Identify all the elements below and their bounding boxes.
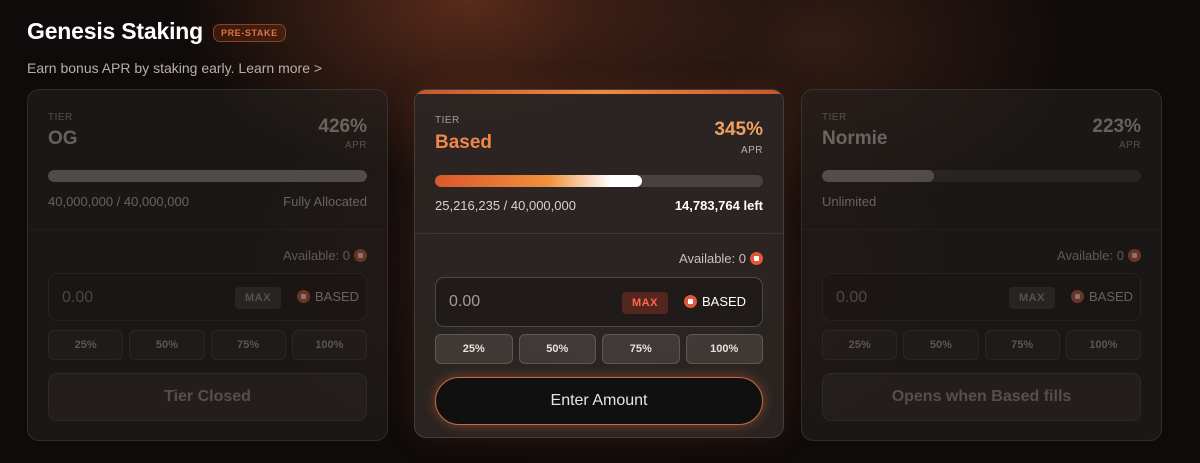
progress-fill [822, 170, 934, 182]
page-title: Genesis Staking [27, 18, 203, 44]
percent-buttons: 25% 50% 75% 100% [822, 330, 1141, 360]
based-token-icon [684, 295, 697, 308]
token-name: BASED [315, 289, 360, 304]
based-token-icon [297, 290, 310, 303]
percent-50-button: 50% [129, 330, 205, 360]
percent-25-button[interactable]: 25% [435, 334, 513, 364]
enter-amount-button[interactable]: Enter Amount [435, 377, 763, 425]
apr-value: 223% [1092, 116, 1141, 137]
based-token-icon [354, 249, 367, 262]
percent-75-button: 75% [984, 330, 1060, 360]
max-button: MAX [235, 287, 281, 309]
max-button[interactable]: MAX [622, 292, 668, 314]
allocation-text: 40,000,000 / 40,000,000 [48, 194, 189, 209]
percent-75-button[interactable]: 75% [602, 334, 680, 364]
remaining-text: 14,783,764 left [674, 198, 763, 213]
allocation-progress-bar [48, 170, 367, 182]
tier-closed-button: Tier Closed [48, 373, 367, 421]
percent-buttons: 25% 50% 75% 100% [48, 330, 367, 360]
tier-label: TIER [48, 112, 73, 123]
percent-100-button: 100% [1065, 330, 1141, 360]
apr-label: APR [344, 140, 367, 151]
token-label: BASED [1071, 289, 1133, 304]
apr-label: APR [740, 145, 763, 156]
percent-buttons: 25% 50% 75% 100% [435, 334, 763, 364]
percent-100-button: 100% [291, 330, 367, 360]
amount-input: 0.00 MAX BASED [822, 273, 1141, 321]
tier-card-og: TIER OG 426% APR 40,000,000 / 40,000,000… [27, 89, 388, 441]
amount-input: 0.00 MAX BASED [48, 273, 367, 321]
amount-value[interactable]: 0.00 [449, 293, 480, 311]
pre-stake-badge: PRE-STAKE [212, 23, 286, 42]
max-button: MAX [1009, 287, 1055, 309]
divider [415, 233, 783, 234]
available-text: Available: 0 [1057, 248, 1124, 263]
tier-card-normie: TIER Normie 223% APR Unlimited Available… [801, 89, 1162, 441]
allocation-progress-bar [435, 175, 763, 187]
percent-50-button: 50% [903, 330, 979, 360]
subtitle-learn-more-link[interactable]: Earn bonus APR by staking early. Learn m… [27, 60, 322, 76]
available-text: Available: 0 [679, 251, 746, 266]
tier-name: Normie [822, 128, 888, 149]
token-label: BASED [684, 294, 746, 309]
amount-value: 0.00 [836, 289, 868, 306]
amount-value: 0.00 [62, 289, 94, 306]
allocation-text: Unlimited [822, 194, 877, 209]
apr-value: 426% [318, 116, 367, 137]
tier-label: TIER [822, 112, 847, 123]
available-balance: Available: 0 [1057, 248, 1141, 263]
apr-label: APR [1118, 140, 1141, 151]
percent-75-button: 75% [210, 330, 286, 360]
progress-fill [48, 170, 367, 182]
allocation-text: 25,216,235 / 40,000,000 [435, 198, 576, 213]
token-label: BASED [297, 289, 359, 304]
allocation-status: Fully Allocated [283, 194, 367, 209]
page-header: Genesis Staking PRE-STAKE Earn bonus APR… [27, 18, 322, 76]
tier-label: TIER [435, 115, 460, 126]
based-token-icon [750, 252, 763, 265]
available-balance: Available: 0 [283, 248, 367, 263]
tier-card-based: TIER Based 345% APR 25,216,235 / 40,000,… [414, 89, 784, 438]
divider [802, 229, 1161, 230]
divider [28, 229, 387, 230]
token-name: BASED [702, 294, 747, 309]
token-name: BASED [1089, 289, 1134, 304]
percent-25-button: 25% [48, 330, 124, 360]
progress-fill [435, 175, 642, 187]
amount-input[interactable]: 0.00 MAX BASED [435, 277, 763, 327]
percent-25-button: 25% [822, 330, 898, 360]
based-token-icon [1128, 249, 1141, 262]
based-token-icon [1071, 290, 1084, 303]
tier-name: Based [435, 132, 493, 153]
percent-100-button[interactable]: 100% [685, 334, 763, 364]
allocation-progress-bar [822, 170, 1141, 182]
available-balance: Available: 0 [679, 251, 763, 266]
apr-value: 345% [714, 119, 763, 140]
available-text: Available: 0 [283, 248, 350, 263]
opens-when-based-fills-button: Opens when Based fills [822, 373, 1141, 421]
percent-50-button[interactable]: 50% [518, 334, 596, 364]
title-row: Genesis Staking PRE-STAKE [27, 18, 322, 45]
tier-name: OG [48, 128, 78, 149]
